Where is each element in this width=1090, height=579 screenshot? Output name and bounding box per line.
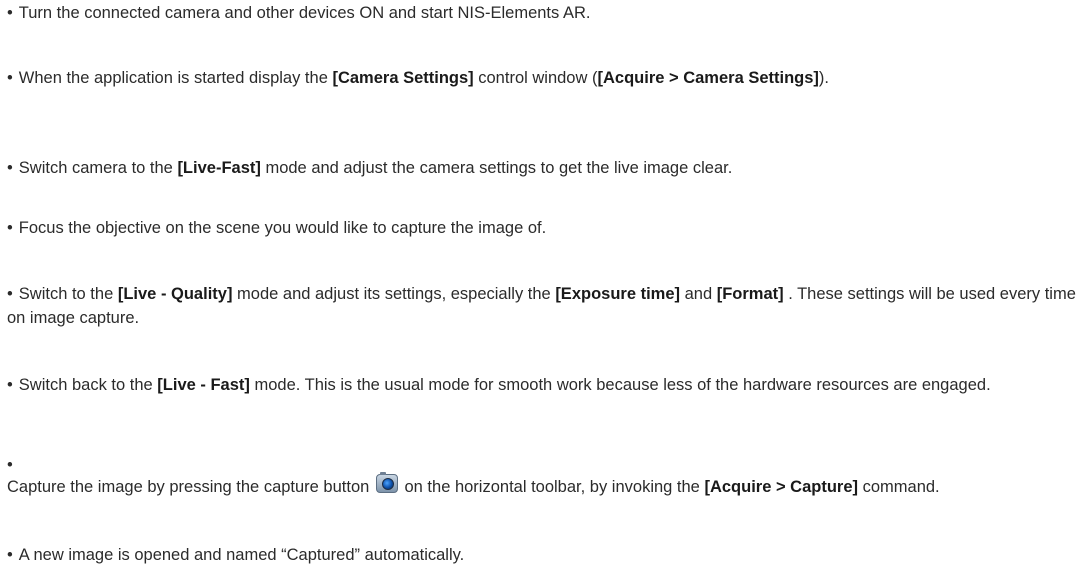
bullet: • — [7, 69, 13, 87]
list-item: • Turn the connected camera and other dev… — [7, 1, 1085, 25]
list-item: • Switch to the [Live - Quality] mode and… — [7, 282, 1085, 330]
bullet: • — [7, 4, 13, 22]
bullet: • — [7, 456, 13, 474]
item-text: and — [680, 285, 717, 303]
live-fast-label: [Live-Fast] — [177, 159, 261, 177]
bullet: • — [7, 219, 13, 237]
item-text: When the application is started display … — [18, 69, 333, 87]
item-text: command. — [858, 478, 940, 496]
live-fast-label: [Live - Fast] — [157, 376, 250, 394]
bullet: • — [7, 546, 13, 564]
list-item: • Switch back to the [Live - Fast] mode. … — [7, 373, 1085, 397]
item-text: Turn the connected camera and other devi… — [18, 4, 591, 22]
camera-settings-label: [Camera Settings] — [332, 69, 474, 87]
bullet: • — [7, 159, 13, 177]
menu-path: [Acquire > Capture] — [704, 478, 859, 496]
item-text: Switch camera to the — [18, 159, 178, 177]
item-text: control window ( — [473, 69, 598, 87]
menu-path: [Acquire > Camera Settings] — [597, 69, 819, 87]
item-text: mode and adjust the camera settings to g… — [260, 159, 733, 177]
list-item: • Switch camera to the [Live-Fast] mode a… — [7, 156, 1085, 180]
item-text: A new image is opened and named “Capture… — [18, 546, 465, 564]
bullet: • — [7, 285, 13, 303]
item-text: on the horizontal toolbar, by invoking t… — [399, 478, 705, 496]
item-text: mode and adjust its settings, especially… — [232, 285, 556, 303]
live-quality-label: [Live - Quality] — [117, 285, 233, 303]
list-item: • When the application is started display… — [7, 66, 1085, 90]
camera-capture-icon — [375, 472, 398, 493]
item-text: Switch to the — [18, 285, 118, 303]
item-text: mode. This is the usual mode for smooth … — [249, 376, 991, 394]
item-text: Focus the objective on the scene you wou… — [18, 219, 547, 237]
list-item: • Focus the objective on the scene you wo… — [7, 216, 1085, 240]
item-text: ). — [818, 69, 830, 87]
exposure-time-label: [Exposure time] — [555, 285, 681, 303]
item-text: Capture the image by pressing the captur… — [7, 478, 374, 496]
format-label: [Format] — [716, 285, 784, 303]
item-text: Switch back to the — [18, 376, 158, 394]
bullet: • — [7, 376, 13, 394]
list-item: • A new image is opened and named “Captur… — [7, 543, 1085, 567]
list-item: • Capture the image by pressing the capt… — [7, 456, 1085, 499]
document-page: • Turn the connected camera and other dev… — [0, 0, 1090, 579]
